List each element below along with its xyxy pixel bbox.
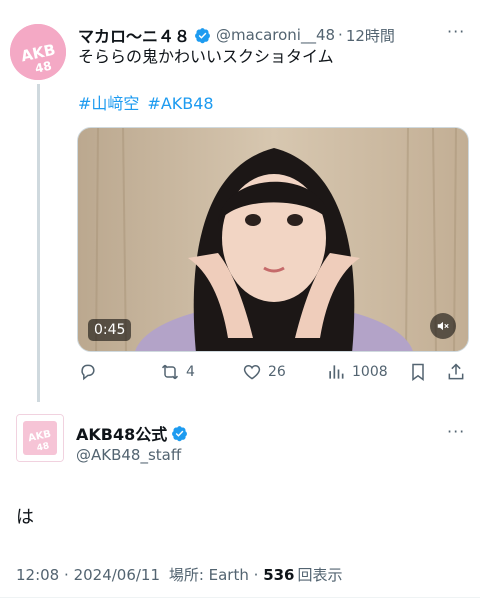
handle[interactable]: @macaroni__48 [216,26,335,44]
view-label: 回表示 [297,566,343,584]
bookmark-button[interactable] [408,362,434,382]
verified-badge-icon [195,27,210,43]
reply-button[interactable] [78,362,104,382]
tweet-date[interactable]: 2024/06/11 [74,566,160,584]
quoted-tweet-header: マカロ〜ニ４８ @macaroni__48 · 12時間 [78,24,462,46]
tweet-footer: 12:08 · 2024/06/11 場所: Earth · 536 回表示 [16,564,343,585]
retweet-button[interactable]: 4 [160,362,195,382]
views-count: 1008 [352,364,388,380]
like-count: 26 [268,364,286,380]
view-count: 536 [263,566,295,584]
like-icon [243,364,261,380]
retweet-icon [161,364,179,380]
video-thumbnail [78,128,468,351]
hashtag-link[interactable]: #AKB48 [147,94,213,113]
handle[interactable]: @AKB48_staff [76,446,181,464]
separator: · [64,566,74,584]
location: 場所: Earth [168,566,249,584]
display-name[interactable]: AKB48公式 [76,421,167,445]
reply-icon [81,364,95,381]
views-button[interactable]: 1008 [326,362,388,382]
more-icon[interactable]: ··· [447,22,465,41]
more-icon[interactable]: ··· [447,422,465,441]
bookmark-icon [412,363,424,381]
views-icon [329,365,344,379]
separator: · [253,566,264,584]
share-button[interactable] [446,362,472,382]
divider [0,597,480,598]
verified-badge-icon [172,425,188,441]
video-duration: 0:45 [88,319,132,341]
main-tweet-header: AKB48公式 [76,421,193,445]
tweet-time[interactable]: 12:08 [16,566,59,584]
avatar[interactable]: AKB 48 [10,24,66,80]
hashtag-link[interactable]: #山﨑空 [78,94,139,113]
separator: · [338,26,343,44]
tweet-text: そららの鬼かわいいスクショタイム [78,47,334,66]
like-button[interactable]: 26 [242,362,286,382]
display-name[interactable]: マカロ〜ニ４８ [78,23,190,47]
avatar[interactable]: AKB 48 [16,414,64,462]
tweet-text: は [16,507,34,528]
share-icon [448,363,464,380]
mute-icon[interactable] [430,313,456,339]
retweet-count: 4 [186,364,195,380]
timestamp[interactable]: 12時間 [346,25,395,46]
hashtags: #山﨑空 #AKB48 [78,93,222,115]
video-player[interactable]: 0:45 [77,127,469,352]
tweet-actions: 4 26 1008 [78,362,468,388]
thread-connector-line [37,84,40,402]
